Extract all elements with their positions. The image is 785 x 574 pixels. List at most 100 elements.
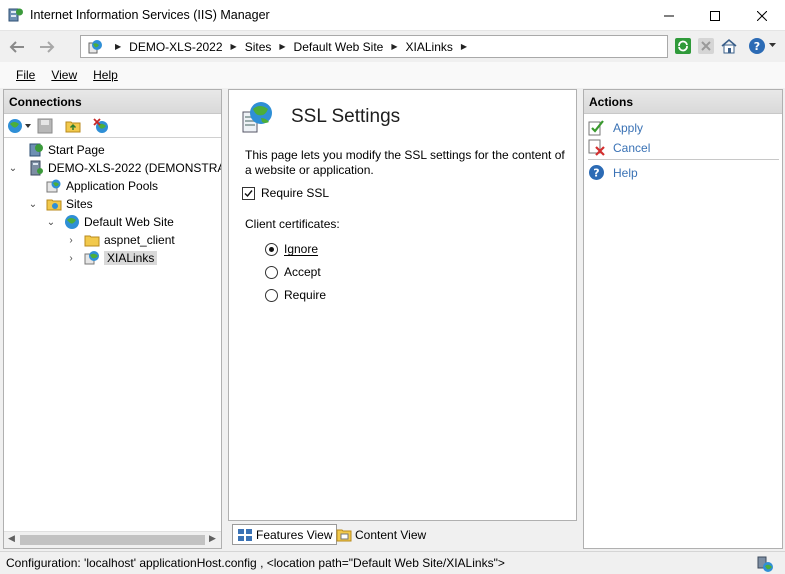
breadcrumb-server[interactable]: DEMO-XLS-2022	[129, 40, 222, 54]
menu-help[interactable]: Help	[85, 68, 126, 82]
menu-view-label: View	[51, 68, 78, 82]
horizontal-scrollbar[interactable]: ◀ ▶	[4, 531, 221, 548]
expand-chevron-icon[interactable]: ›	[66, 253, 76, 264]
collapse-chevron-icon[interactable]: ⌄	[46, 217, 56, 228]
tree-label: Application Pools	[66, 179, 159, 193]
breadcrumb-separator: ▶	[230, 42, 237, 51]
chevron-down-icon[interactable]	[769, 43, 776, 48]
radio-require[interactable]: Require	[265, 288, 326, 302]
connections-panel: Connections Start Page ⌄ DEMO-XLS-2022 (…	[3, 89, 222, 549]
ssl-settings-panel: SSL Settings This page lets you modify t…	[228, 89, 577, 521]
radio-accept[interactable]: Accept	[265, 265, 321, 279]
checkbox-box[interactable]	[242, 186, 255, 200]
status-text: Configuration: 'localhost' applicationHo…	[6, 556, 505, 570]
features-view-icon	[238, 528, 252, 541]
breadcrumb-separator: ▶	[279, 42, 286, 51]
tree-item-default-web-site[interactable]: ⌄ Default Web Site	[46, 213, 174, 231]
svg-text:?: ?	[754, 40, 760, 53]
require-ssl-label: Require SSL	[261, 186, 330, 200]
menu-view[interactable]: View	[43, 68, 85, 82]
help-dropdown-icon[interactable]: ?	[748, 37, 766, 55]
ssl-settings-icon	[242, 102, 272, 133]
connect-globe-icon[interactable]	[7, 118, 31, 134]
checkmark-icon	[244, 189, 253, 197]
radio-ignore-button[interactable]	[265, 242, 278, 256]
actions-panel: Actions Apply Cancel ? Help	[583, 89, 783, 549]
maximize-button[interactable]	[692, 0, 738, 31]
status-bar: Configuration: 'localhost' applicationHo…	[0, 551, 785, 574]
apply-label: Apply	[613, 120, 644, 135]
tree-label: Sites	[66, 197, 93, 211]
menu-help-label: Help	[93, 68, 118, 82]
tree-item-start-page[interactable]: Start Page	[28, 141, 105, 159]
collapse-chevron-icon[interactable]: ⌄	[8, 163, 18, 174]
breadcrumb-xialinks[interactable]: XIALinks	[406, 40, 453, 54]
tab-features-view[interactable]: Features View	[232, 524, 338, 545]
tree-item-sites[interactable]: ⌄ Sites	[28, 195, 93, 213]
refresh-icon[interactable]	[674, 37, 692, 55]
breadcrumb-separator: ▶	[460, 42, 468, 51]
tree-label: XIALinks	[104, 251, 158, 265]
minimize-button[interactable]	[646, 0, 692, 31]
server-icon	[30, 160, 43, 176]
close-button[interactable]	[739, 0, 785, 31]
help-label: Help	[613, 165, 638, 180]
app-pool-icon	[46, 179, 61, 193]
forward-button[interactable]	[35, 35, 59, 59]
menu-file[interactable]: File	[8, 68, 43, 82]
iis-app-icon	[8, 8, 23, 22]
cancel-label: Cancel	[613, 140, 651, 155]
radio-accept-label: Accept	[284, 265, 321, 279]
start-page-icon	[29, 143, 43, 157]
breadcrumb-sites[interactable]: Sites	[245, 40, 272, 54]
page-title: SSL Settings	[291, 106, 401, 127]
help-icon: ?	[589, 165, 604, 180]
content-view-icon	[336, 529, 352, 541]
breadcrumb-separator: ▶	[391, 42, 398, 51]
breadcrumb-default-web-site[interactable]: Default Web Site	[294, 40, 384, 54]
tree-label: Default Web Site	[84, 215, 174, 229]
globe-icon	[65, 215, 79, 229]
svg-text:?: ?	[593, 167, 599, 180]
tree-item-xialinks[interactable]: › XIALinks	[66, 249, 158, 267]
radio-accept-button[interactable]	[265, 265, 278, 279]
stop-icon[interactable]	[697, 37, 715, 55]
back-button[interactable]	[5, 35, 29, 59]
disconnect-icon[interactable]	[92, 118, 110, 134]
close-icon	[757, 10, 767, 21]
up-folder-icon[interactable]	[64, 118, 82, 134]
tree-item-aspnet-client[interactable]: › aspnet_client	[66, 231, 174, 249]
expand-chevron-icon[interactable]: ›	[66, 235, 76, 246]
home-icon[interactable]	[720, 37, 738, 55]
cancel-icon	[588, 139, 605, 156]
client-certificates-label: Client certificates:	[245, 217, 340, 231]
back-arrow-icon	[9, 41, 24, 53]
scroll-left-icon[interactable]: ◀	[8, 533, 15, 544]
scrollbar-thumb[interactable]	[20, 535, 205, 545]
title-bar: Internet Information Services (IIS) Mana…	[0, 0, 785, 31]
address-bar[interactable]: ▶ DEMO-XLS-2022 ▶ Sites ▶ Default Web Si…	[80, 35, 668, 58]
navigation-bar: ▶ DEMO-XLS-2022 ▶ Sites ▶ Default Web Si…	[0, 31, 785, 62]
radio-require-label: Require	[284, 288, 327, 302]
radio-require-button[interactable]	[265, 288, 278, 302]
sites-folder-icon	[46, 199, 62, 211]
radio-ignore[interactable]: Ignore	[265, 242, 318, 256]
tab-content-view-label: Content View	[355, 527, 427, 542]
actions-header: Actions	[584, 90, 782, 114]
tree-item-server[interactable]: ⌄ DEMO-XLS-2022 (DEMONSTRATIO	[8, 159, 221, 177]
cancel-action[interactable]: Cancel	[588, 139, 650, 156]
folder-icon	[84, 235, 100, 247]
help-action[interactable]: ? Help	[588, 164, 638, 181]
tab-content-view[interactable]: Content View	[332, 524, 430, 545]
breadcrumb-separator: ▶	[115, 42, 122, 51]
tab-features-view-label: Features View	[256, 527, 333, 542]
tree-item-application-pools[interactable]: Application Pools	[46, 177, 158, 195]
apply-action[interactable]: Apply	[588, 119, 643, 136]
save-icon[interactable]	[36, 118, 54, 134]
tree-label: Start Page	[48, 143, 105, 157]
forward-arrow-icon	[40, 41, 55, 53]
require-ssl-checkbox[interactable]: Require SSL	[242, 186, 329, 200]
collapse-chevron-icon[interactable]: ⌄	[28, 199, 38, 210]
scroll-right-icon[interactable]: ▶	[209, 533, 216, 544]
menu-bar: File View Help	[0, 62, 785, 88]
